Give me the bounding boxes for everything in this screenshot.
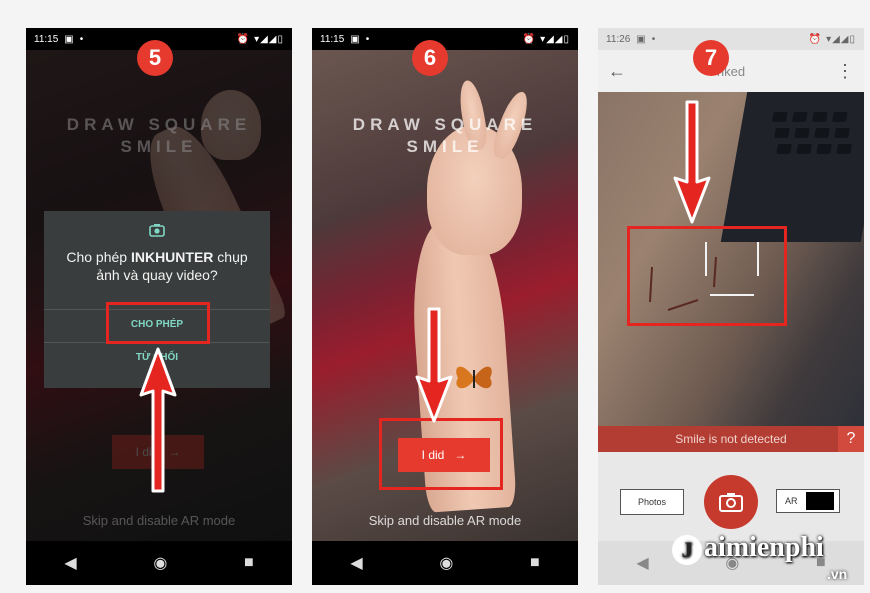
dot-icon: • (365, 33, 370, 45)
camera-icon (44, 223, 270, 240)
status-icons: ⏰ ▾◢◢▯ (808, 33, 856, 45)
gallery-notification-icon: ▣ (64, 33, 74, 45)
butterfly-tattoo-icon (452, 358, 496, 398)
more-options-icon[interactable]: ⋮ (836, 61, 854, 82)
ar-toggle[interactable]: AR (776, 489, 840, 513)
status-time: 11:26 (606, 33, 631, 45)
pointer-arrow-up-icon (139, 347, 177, 493)
photos-button[interactable]: Photos (620, 489, 684, 515)
step-badge-5: 5 (137, 40, 173, 76)
highlight-i-did-button (379, 418, 503, 490)
watermark-brand: aimienphi (704, 532, 824, 563)
dot-icon: • (79, 33, 84, 45)
top-app-bar: ← nked ⋮ (598, 50, 864, 92)
camera-controls: Photos AR (598, 452, 864, 541)
pointer-arrow-down-icon (673, 100, 711, 224)
ar-switch (805, 492, 834, 510)
skip-ar-link[interactable]: Skip and disable AR mode (312, 513, 578, 528)
gallery-notification-icon: ▣ (636, 33, 646, 45)
step-badge-7: 7 (693, 40, 729, 76)
back-nav-icon[interactable]: ◀ (350, 553, 362, 573)
step-badge-6: 6 (412, 40, 448, 76)
home-nav-icon[interactable]: ◉ (439, 553, 453, 573)
status-time: 11:15 (34, 33, 59, 45)
recents-nav-icon[interactable]: ■ (530, 554, 540, 572)
recents-nav-icon[interactable]: ■ (244, 554, 254, 572)
ar-label: AR (785, 496, 798, 506)
status-bar: 11:15 ▣ • ⏰ ▾◢◢▯ (312, 28, 578, 50)
shutter-button[interactable] (704, 475, 758, 529)
back-nav-icon[interactable]: ◀ (64, 553, 76, 573)
app-title-line-1: DRAW SQUARE (352, 115, 538, 134)
watermark-logo-icon: J (672, 534, 702, 565)
android-nav-bar: ◀ ◉ ■ (26, 541, 292, 585)
permission-message: Cho phép INKHUNTER chụp ảnh và quay vide… (66, 249, 248, 283)
smile-status-bar: Smile is not detected ? (598, 426, 864, 452)
highlight-smile-drawing (627, 226, 787, 326)
status-time: 11:15 (320, 33, 345, 45)
highlight-allow-button (106, 302, 210, 344)
dot-icon: • (651, 33, 656, 45)
site-watermark: Jaimienphi (672, 532, 824, 565)
help-button[interactable]: ? (838, 426, 864, 452)
gallery-notification-icon: ▣ (350, 33, 360, 45)
back-nav-icon[interactable]: ◀ (636, 553, 648, 573)
status-bar: 11:26 ▣ • ⏰ ▾◢◢▯ (598, 28, 864, 50)
app-name: INKHUNTER (130, 249, 214, 265)
status-icons: ⏰ ▾◢◢▯ (522, 33, 570, 45)
watermark-suffix: .vn (827, 566, 848, 582)
back-arrow-icon[interactable]: ← (608, 61, 626, 82)
status-icons: ⏰ ▾◢◢▯ (236, 33, 284, 45)
android-nav-bar: ◀ ◉ ■ (312, 541, 578, 585)
smile-status-message: Smile is not detected (675, 432, 787, 446)
home-nav-icon[interactable]: ◉ (153, 553, 167, 573)
camera-icon (719, 493, 743, 512)
app-title-line-2: SMILE (406, 137, 484, 156)
pointer-arrow-down-icon (415, 307, 453, 423)
